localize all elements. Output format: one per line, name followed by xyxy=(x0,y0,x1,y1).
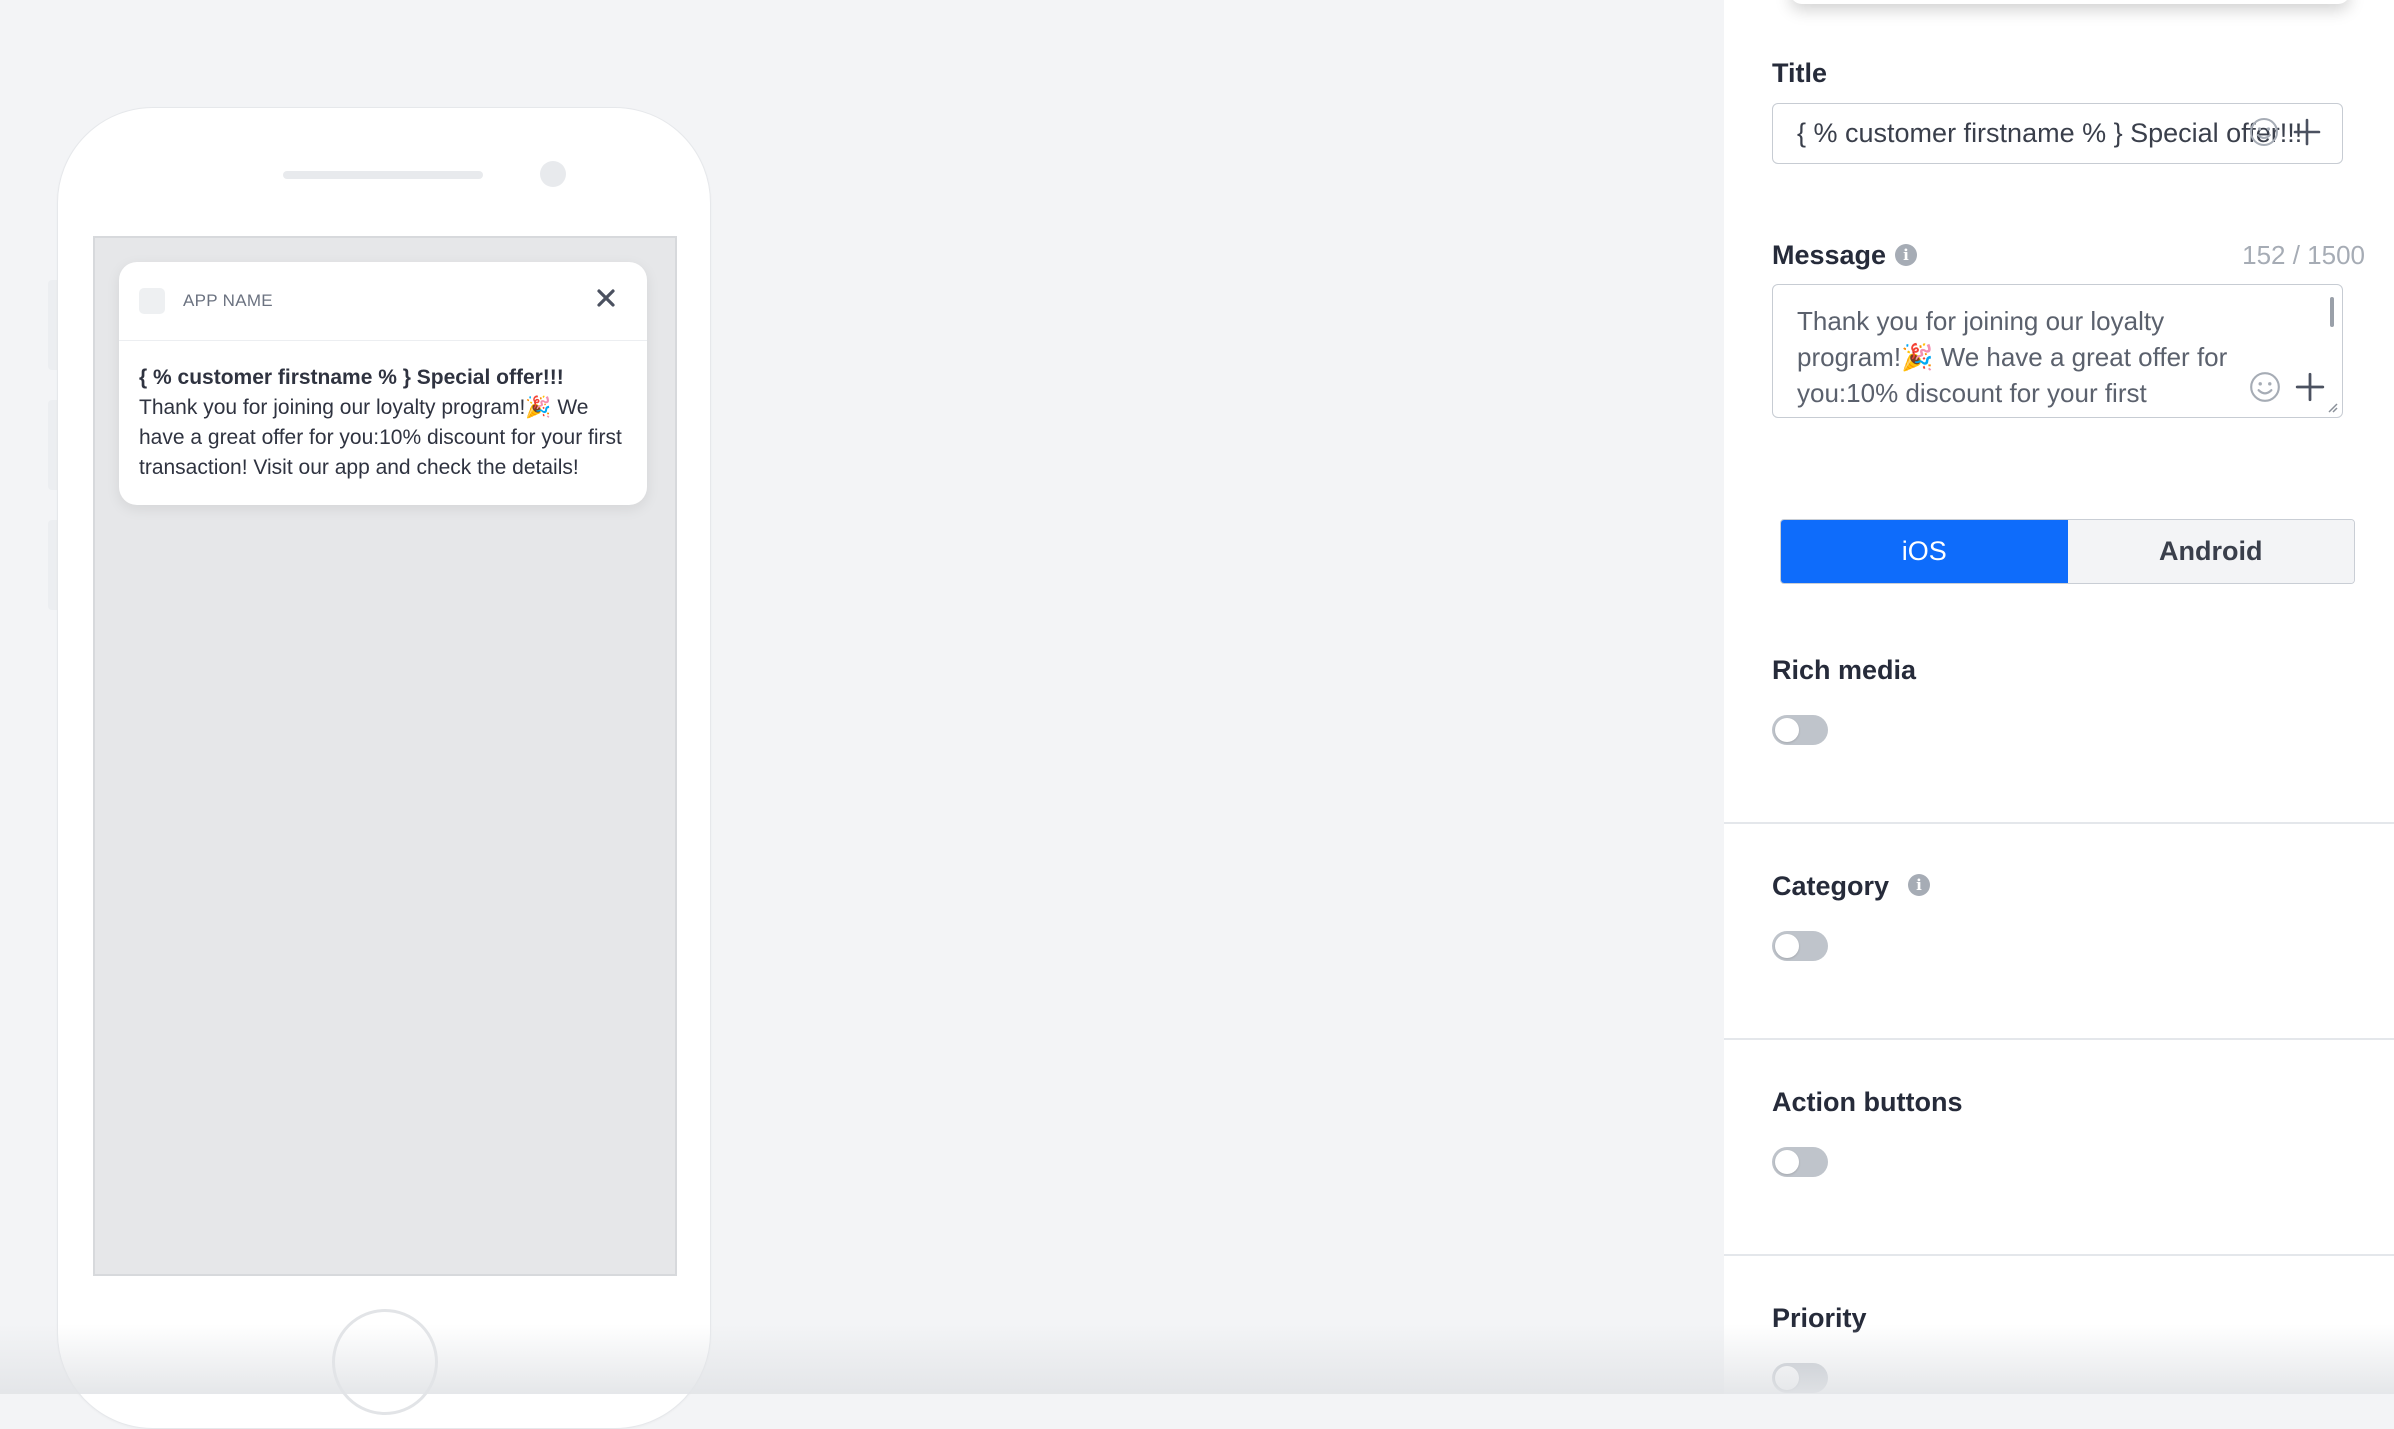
message-character-counter: 152 / 1500 xyxy=(2242,240,2365,270)
tab-android[interactable]: Android xyxy=(2067,520,2354,583)
platform-toggle: iOS Android xyxy=(1780,519,2355,584)
close-icon[interactable] xyxy=(595,287,617,309)
phone-home-button xyxy=(332,1309,438,1415)
preview-area: APP NAME { % customer firstname % } Spec… xyxy=(0,0,1724,1429)
add-personalization-icon[interactable] xyxy=(2294,371,2326,403)
section-divider xyxy=(1724,822,2394,824)
title-label: Title xyxy=(1772,58,1828,88)
action-buttons-label: Action buttons xyxy=(1772,1087,1963,1117)
notification-header: APP NAME xyxy=(119,262,647,341)
priority-label: Priority xyxy=(1772,1303,1867,1333)
message-textarea-value: Thank you for joining our loyalty progra… xyxy=(1797,306,2252,417)
add-personalization-icon[interactable] xyxy=(2292,117,2322,147)
tab-ios[interactable]: iOS xyxy=(1781,520,2068,583)
category-toggle[interactable] xyxy=(1772,931,1828,961)
toggle-knob xyxy=(1775,1366,1799,1390)
app-icon xyxy=(139,288,165,314)
panel-top-shadow xyxy=(1790,0,2350,4)
section-divider xyxy=(1724,1038,2394,1040)
action-buttons-toggle[interactable] xyxy=(1772,1147,1828,1177)
editor-panel: Title { % customer firstname % } Special… xyxy=(1724,0,2394,1394)
info-icon[interactable]: i xyxy=(1895,244,1917,266)
info-icon[interactable]: i xyxy=(1908,874,1930,896)
title-input-value: { % customer firstname % } Special offer… xyxy=(1797,118,2303,148)
phone-mockup: APP NAME { % customer firstname % } Spec… xyxy=(57,107,711,1429)
notification-title: { % customer firstname % } Special offer… xyxy=(139,366,564,389)
push-notification-preview: APP NAME { % customer firstname % } Spec… xyxy=(119,262,647,505)
notification-body: { % customer firstname % } Special offer… xyxy=(119,341,647,505)
toggle-knob xyxy=(1775,934,1799,958)
emoji-icon[interactable] xyxy=(2248,116,2280,148)
resize-handle-icon[interactable] xyxy=(2326,401,2338,413)
rich-media-toggle[interactable] xyxy=(1772,715,1828,745)
phone-camera xyxy=(540,161,566,187)
textarea-scrollbar[interactable] xyxy=(2330,297,2334,327)
priority-toggle[interactable] xyxy=(1772,1363,1828,1393)
emoji-icon[interactable] xyxy=(2248,370,2282,404)
phone-screen: APP NAME { % customer firstname % } Spec… xyxy=(93,236,677,1276)
section-divider xyxy=(1724,1254,2394,1256)
notification-message: Thank you for joining our loyalty progra… xyxy=(139,396,622,479)
phone-speaker xyxy=(283,171,483,179)
toggle-knob xyxy=(1775,1150,1799,1174)
app-name: APP NAME xyxy=(183,291,273,310)
rich-media-label: Rich media xyxy=(1772,655,1917,685)
message-label: Message xyxy=(1772,240,1887,270)
category-label: Category xyxy=(1772,871,1890,901)
toggle-knob xyxy=(1775,718,1799,742)
